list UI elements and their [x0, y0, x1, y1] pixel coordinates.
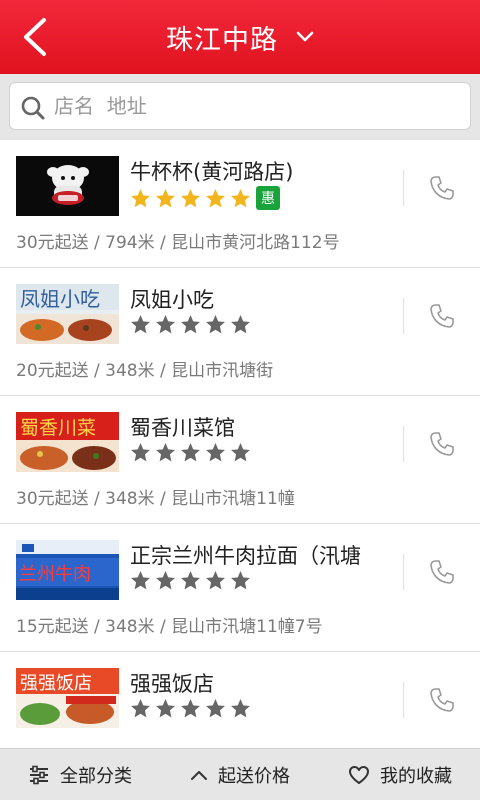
divider — [403, 426, 404, 462]
divider — [403, 682, 404, 718]
store-name: 强强饭店 — [130, 672, 214, 696]
star-icon — [206, 188, 225, 207]
tab-label: 起送价格 — [218, 765, 290, 787]
filter-sliders-icon — [30, 765, 48, 784]
divider — [403, 170, 404, 206]
phone-icon[interactable] — [428, 558, 456, 586]
divider — [403, 298, 404, 334]
store-thumbnail: 凤姐小吃 — [16, 284, 119, 344]
star-icon — [231, 699, 250, 718]
svg-text:凤姐小吃: 凤姐小吃 — [20, 287, 100, 311]
phone-icon[interactable] — [428, 430, 456, 458]
rating-stars: 惠 — [130, 186, 280, 210]
store-name: 牛杯杯(黄河路店) — [130, 160, 294, 184]
star-icon — [231, 571, 250, 590]
star-icon — [131, 571, 150, 590]
star-icon — [181, 443, 200, 462]
star-icon — [156, 443, 175, 462]
rating-stars — [130, 442, 255, 463]
bottom-filter-bar: 全部分类 起送价格 我的收藏 — [0, 748, 480, 800]
phone-icon[interactable] — [428, 302, 456, 330]
phone-icon[interactable] — [428, 686, 456, 714]
search-box[interactable] — [9, 82, 471, 130]
store-name: 蜀香川菜馆 — [130, 416, 235, 440]
star-icon — [156, 571, 175, 590]
store-thumbnail — [16, 156, 119, 216]
svg-text:兰州牛肉: 兰州牛肉 — [19, 564, 91, 585]
chevron-up-icon — [191, 770, 207, 780]
location-selector[interactable]: 珠江中路 — [0, 0, 480, 74]
star-icon — [206, 699, 225, 718]
star-icon — [181, 188, 200, 207]
divider — [403, 554, 404, 590]
star-icon — [156, 315, 175, 334]
star-icon — [156, 699, 175, 718]
page-title: 珠江中路 — [166, 24, 278, 56]
star-icon — [231, 315, 250, 334]
store-name: 凤姐小吃 — [130, 288, 214, 312]
store-thumbnail: 强强饭店 — [16, 668, 119, 728]
store-row[interactable]: 牛杯杯(黄河路店) 惠 30元起送 / 794米 / 昆山市黄河北路112号 — [0, 140, 480, 268]
rating-stars — [130, 314, 255, 335]
store-meta: 30元起送 / 348米 / 昆山市汛塘11幢 — [16, 489, 295, 509]
search-icon — [21, 96, 45, 120]
tab-label: 我的收藏 — [380, 765, 452, 787]
store-meta: 20元起送 / 348米 / 昆山市汛塘街 — [16, 361, 274, 381]
star-icon — [131, 315, 150, 334]
tab-label: 全部分类 — [60, 765, 132, 787]
discount-badge: 惠 — [256, 186, 280, 210]
store-meta: 15元起送 / 348米 / 昆山市汛塘11幢7号 — [16, 617, 323, 637]
tab-my-favorites[interactable]: 我的收藏 — [320, 749, 480, 800]
rating-stars — [130, 698, 255, 719]
svg-text:蜀香川菜: 蜀香川菜 — [20, 417, 96, 439]
star-icon — [131, 188, 150, 207]
svg-text:强强饭店: 强强饭店 — [20, 673, 92, 694]
rating-stars — [130, 570, 255, 591]
store-thumbnail: 蜀香川菜 — [16, 412, 119, 472]
search-area — [0, 74, 480, 140]
chevron-down-icon — [296, 31, 314, 42]
top-app-bar: 珠江中路 — [0, 0, 480, 74]
store-thumbnail: 兰州牛肉 — [16, 540, 119, 600]
star-icon — [131, 443, 150, 462]
star-icon — [206, 443, 225, 462]
store-row[interactable]: 凤姐小吃 凤姐小吃 20元起送 / 348米 / 昆山市汛塘街 — [0, 268, 480, 396]
search-input[interactable] — [54, 83, 454, 129]
store-meta: 30元起送 / 794米 / 昆山市黄河北路112号 — [16, 233, 340, 253]
star-icon — [181, 699, 200, 718]
star-icon — [181, 571, 200, 590]
tab-min-order-price[interactable]: 起送价格 — [160, 749, 320, 800]
star-icon — [231, 188, 250, 207]
star-icon — [206, 571, 225, 590]
phone-icon[interactable] — [428, 174, 456, 202]
store-row[interactable]: 兰州牛肉 正宗兰州牛肉拉面（汛塘 15元起送 / 348米 / 昆山市汛塘11幢… — [0, 524, 480, 652]
heart-icon — [349, 765, 369, 784]
star-icon — [231, 443, 250, 462]
star-icon — [181, 315, 200, 334]
star-icon — [206, 315, 225, 334]
tab-all-categories[interactable]: 全部分类 — [0, 749, 160, 800]
store-name: 正宗兰州牛肉拉面（汛塘 — [130, 544, 361, 568]
store-row[interactable]: 蜀香川菜 蜀香川菜馆 30元起送 / 348米 / 昆山市汛塘11幢 — [0, 396, 480, 524]
star-icon — [131, 699, 150, 718]
star-icon — [156, 188, 175, 207]
